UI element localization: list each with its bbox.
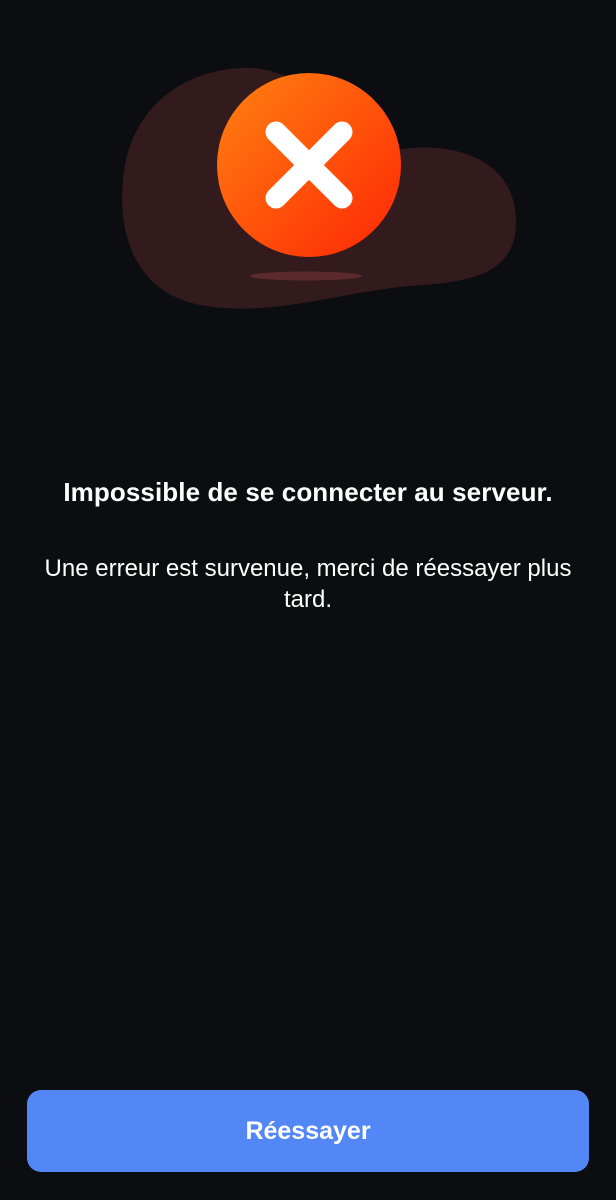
error-illustration: [122, 67, 517, 309]
error-message: Une erreur est survenue, merci de réessa…: [44, 555, 572, 613]
error-title: Impossible de se connecter au serveur.: [63, 477, 553, 507]
retry-button[interactable]: Réessayer: [27, 1090, 589, 1172]
drop-shadow: [250, 271, 362, 281]
retry-button-label: Réessayer: [245, 1116, 371, 1145]
